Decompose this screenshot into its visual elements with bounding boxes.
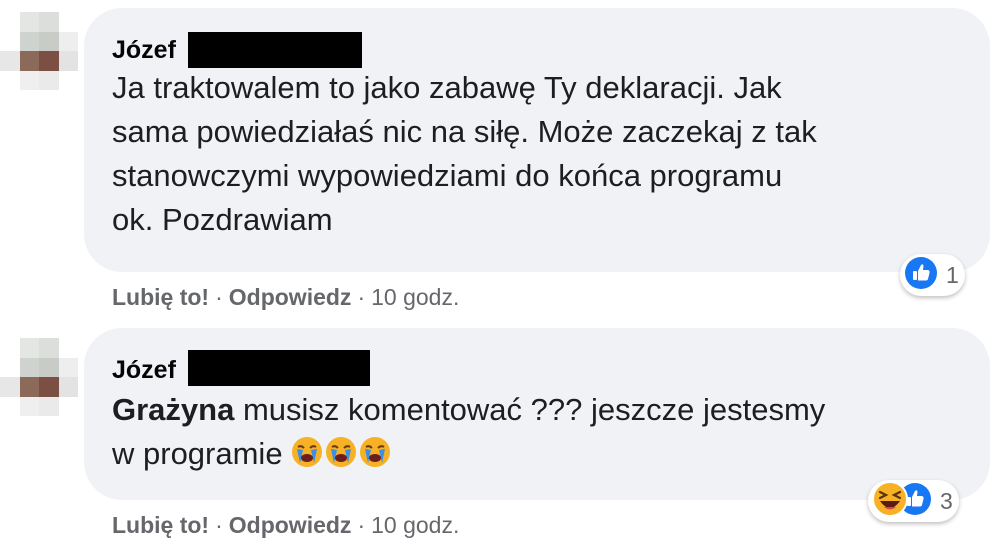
comment-line: stanowczymi wypowiedziami do końca progr… (112, 158, 783, 193)
timestamp-link[interactable]: 10 godz. (371, 512, 459, 538)
comment-author[interactable]: Józef (112, 36, 176, 65)
reply-link[interactable]: Odpowiedz (229, 512, 352, 538)
comment-line-text: w programie (112, 436, 292, 471)
comment-actions: Lubię to! · Odpowiedz · 10 godz. (112, 512, 459, 539)
haha-icon (872, 480, 908, 522)
crying-face-icon (291, 436, 323, 480)
redacted-name (188, 32, 362, 68)
like-link[interactable]: Lubię to! (112, 512, 209, 538)
comment-author[interactable]: Józef (112, 356, 176, 385)
separator: · (357, 512, 366, 538)
comment-line-text: musisz komentować ??? jeszcze jestesmy (234, 392, 826, 427)
comment-text: Ja traktowalem to jako zabawę Ty deklara… (112, 66, 817, 242)
separator: · (357, 284, 366, 310)
crying-face-icon (325, 436, 357, 480)
comment-line: ok. Pozdrawiam (112, 202, 333, 237)
comment-actions: Lubię to! · Odpowiedz · 10 godz. (112, 284, 459, 311)
mention-link[interactable]: Grażyna (112, 392, 234, 427)
comment-line: w programie (112, 432, 825, 480)
avatar[interactable] (0, 12, 78, 90)
separator: · (215, 284, 223, 310)
separator: · (215, 512, 223, 538)
comment-line: Grażyna musisz komentować ??? jeszcze je… (112, 388, 825, 432)
reactions-summary[interactable]: 1 (900, 254, 965, 296)
reactions-summary[interactable]: 3 (868, 480, 959, 522)
comment-line: sama powiedziałaś nic na siłę. Może zacz… (112, 114, 817, 149)
redacted-name (188, 350, 370, 386)
crying-face-icon (359, 436, 391, 480)
comment-text: Grażyna musisz komentować ??? jeszcze je… (112, 388, 825, 480)
timestamp-link[interactable]: 10 godz. (371, 284, 459, 310)
like-icon (904, 256, 938, 295)
reactions-count: 3 (940, 487, 953, 514)
reply-link[interactable]: Odpowiedz (229, 284, 352, 310)
avatar[interactable] (0, 338, 78, 416)
comment-line: Ja traktowalem to jako zabawę Ty deklara… (112, 70, 782, 105)
like-link[interactable]: Lubię to! (112, 284, 209, 310)
reactions-count: 1 (946, 261, 959, 288)
